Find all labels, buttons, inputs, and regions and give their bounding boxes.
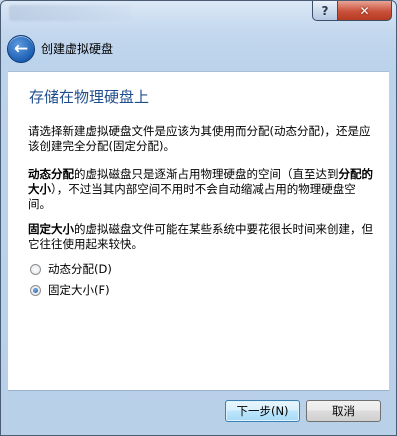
radio-dynamic-allocation[interactable]: 动态分配(D): [30, 261, 112, 277]
wizard-title: 创建虚拟硬盘: [41, 42, 114, 56]
back-arrow-icon: ←: [13, 38, 29, 59]
help-icon: ?: [321, 3, 329, 18]
page-heading: 存储在物理硬盘上: [29, 88, 150, 106]
help-button[interactable]: ?: [312, 1, 338, 21]
fixed-description: 固定大小的虚拟磁盘文件可能在某些系统中要花很长时间来创建，但它往往使用起来较快。: [28, 222, 378, 252]
wizard-page-content: 存储在物理硬盘上 请选择新建虚拟硬盘文件是应该为其使用而分配(动态分配)，还是应…: [8, 71, 389, 390]
close-icon: ✕: [359, 3, 370, 18]
dynamic-text-b: ），不过当其内部空间不用时不会自动缩减占用的物理硬盘空间。: [28, 182, 356, 211]
create-virtual-disk-dialog: ? ✕ ← 创建虚拟硬盘 存储在物理硬盘上 请选择新建虚拟硬盘文件是应该为其使用…: [0, 0, 397, 436]
wizard-header: ← 创建虚拟硬盘: [1, 35, 396, 67]
back-button[interactable]: ←: [7, 35, 35, 63]
radio-fixed-label[interactable]: 固定大小(F): [48, 282, 110, 298]
radio-dynamic-circle[interactable]: [30, 263, 41, 275]
intro-paragraph: 请选择新建虚拟硬盘文件是应该为其使用而分配(动态分配)，还是应该创建完全分配(固…: [28, 124, 371, 153]
dynamic-term: 动态分配: [28, 167, 74, 181]
radio-fixed-size[interactable]: 固定大小(F): [30, 282, 110, 298]
cancel-button[interactable]: 取消: [306, 400, 381, 422]
dynamic-text-a: 的虚拟磁盘只是逐渐占用物理硬盘的空间（直至达到: [74, 167, 339, 181]
fixed-term: 固定大小: [28, 222, 74, 236]
next-button[interactable]: 下一步(N): [225, 400, 300, 422]
blurred-window-title: [9, 5, 131, 21]
dynamic-description: 动态分配的虚拟磁盘只是逐渐占用物理硬盘的空间（直至达到分配的大小），不过当其内部…: [28, 167, 378, 212]
close-button[interactable]: ✕: [337, 1, 392, 21]
radio-dynamic-label[interactable]: 动态分配(D): [48, 261, 112, 277]
radio-fixed-circle[interactable]: [30, 284, 41, 296]
title-bar[interactable]: ? ✕: [1, 1, 396, 31]
fixed-text: 的虚拟磁盘文件可能在某些系统中要花很长时间来创建，但它往往使用起来较快。: [28, 222, 373, 251]
footer-divider: [8, 390, 389, 391]
